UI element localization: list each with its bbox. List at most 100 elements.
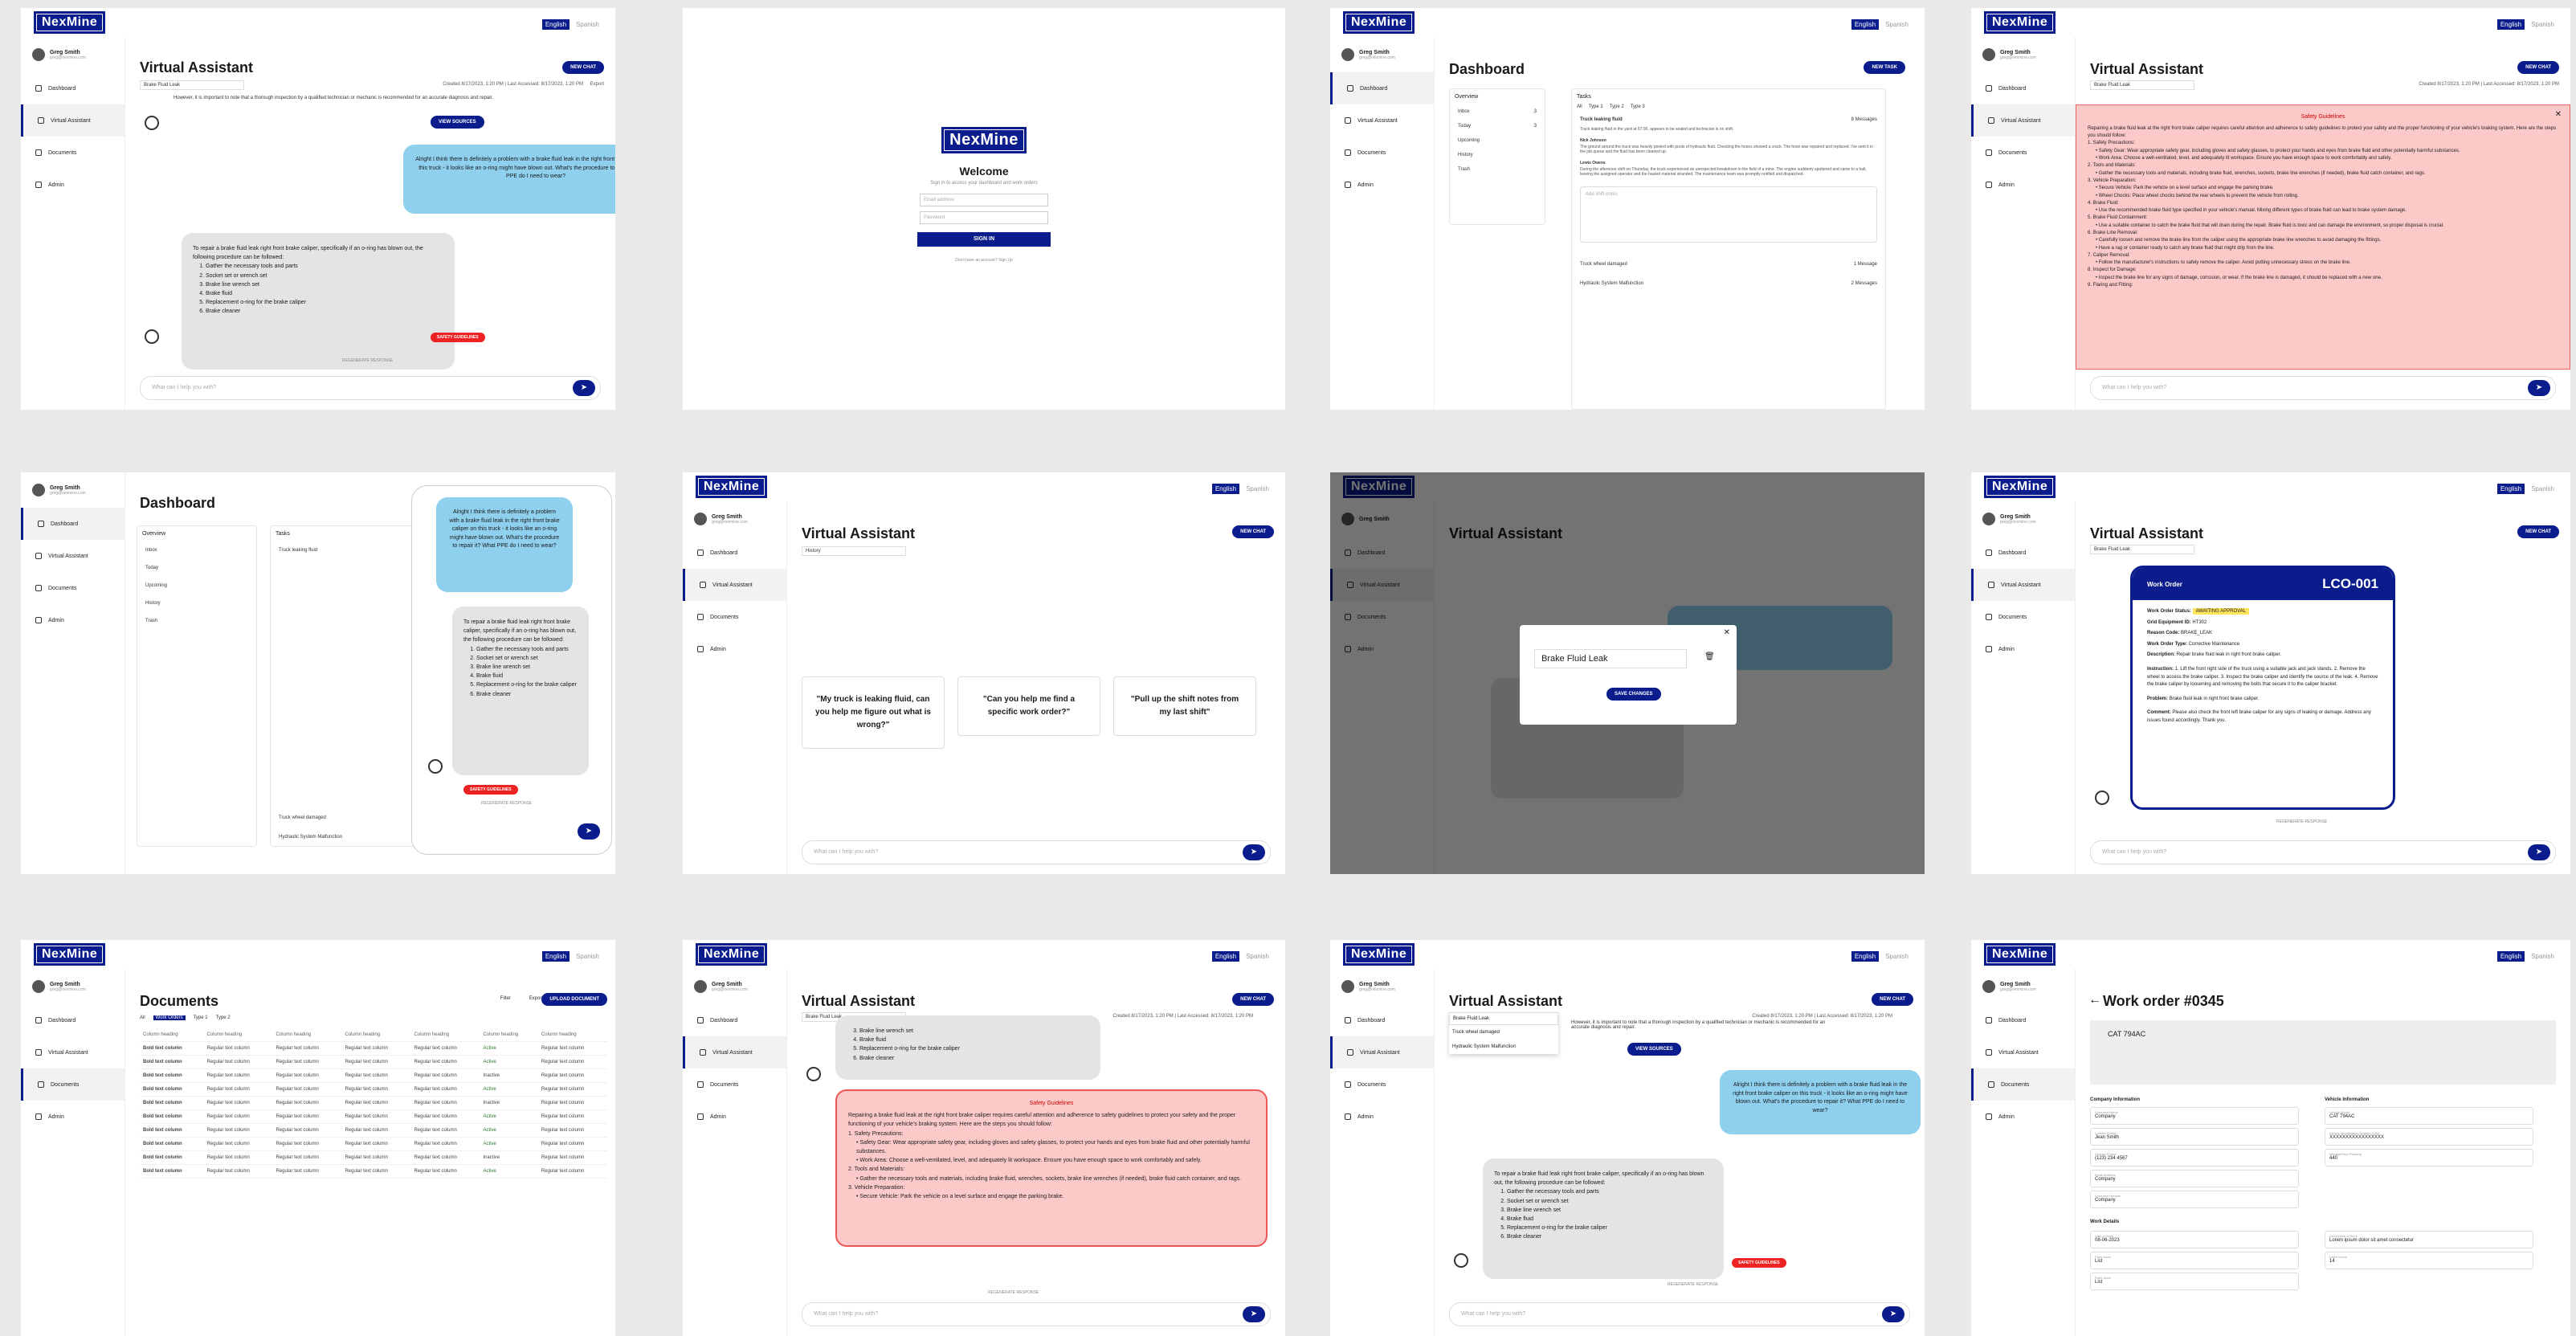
overview-trash[interactable]: Trash — [1450, 162, 1545, 177]
panel-work-order-page: NexMine English Spanish Greg Smith greg@ne… — [1971, 940, 2570, 1336]
user-menu[interactable]: Greg Smith greg@nexmine.com — [1330, 37, 1434, 72]
table-row[interactable]: Bold text column Regular text column Regul… — [140, 1055, 607, 1069]
bot-icon — [145, 329, 159, 344]
close-icon[interactable]: ✕ — [1724, 628, 1730, 637]
document-icon — [35, 585, 42, 591]
lang-es[interactable]: Spanish — [573, 19, 602, 30]
task-row[interactable]: Hydraulic System Malfunction 2 Messages — [1572, 270, 1885, 289]
login-title: Welcome — [959, 165, 1009, 178]
table-row[interactable]: Bold text column Regular text column Regul… — [140, 1096, 607, 1110]
table-row[interactable]: Bold text column Regular text column Regul… — [140, 1137, 607, 1151]
table-row[interactable]: Bold text column Regular text column Regul… — [140, 1082, 607, 1097]
overview-history[interactable]: History — [1450, 148, 1545, 162]
new-chat-button[interactable]: NEW CHAT — [562, 61, 604, 74]
export-button[interactable]: Export — [590, 82, 604, 87]
save-changes-button[interactable]: SAVE CHANGES — [1606, 688, 1661, 701]
user-menu[interactable]: Greg Smith greg@nexmine.com — [21, 472, 125, 508]
table-row[interactable]: Bold text column Regular text column Regul… — [140, 1109, 607, 1124]
lang-toggle[interactable]: English Spanish — [1851, 19, 1912, 30]
shift-notes-input[interactable]: Add shift notes — [1580, 186, 1877, 243]
nav-documents[interactable]: Documents — [21, 137, 125, 169]
suggestion-3[interactable]: "Pull up the shift notes from my last sh… — [1113, 676, 1256, 736]
nav-virtual-assistant[interactable]: Virtual Assistant — [683, 569, 786, 601]
nav-dashboard[interactable]: Dashboard — [21, 72, 125, 104]
suggestion-2[interactable]: "Can you help me find a specific work or… — [957, 676, 1100, 736]
email-field[interactable]: Email address — [920, 194, 1048, 206]
chat-icon — [1345, 117, 1351, 124]
sidebar: Greg Smith greg@nexmine.com Dashboard Vir… — [683, 501, 787, 874]
table-row[interactable]: Bold text column Regular text column Regul… — [140, 1123, 607, 1138]
table-row[interactable]: Bold text column Regular text column Regul… — [140, 1068, 607, 1083]
nav-documents[interactable]: Documents — [1971, 137, 2075, 169]
overview-today[interactable]: Today 3 — [1450, 119, 1545, 133]
nav-admin[interactable]: Admin — [21, 169, 125, 201]
regenerate-button[interactable]: REGENERATE RESPONSE — [342, 358, 393, 363]
dashboard-icon — [38, 521, 44, 527]
close-icon[interactable]: ✕ — [2555, 108, 2562, 121]
filter-button[interactable]: Filter — [500, 996, 511, 1001]
mobile-chat-frame: Alright I think there is definitely a pr… — [411, 485, 612, 855]
overview-card: Overview Inbox 3 Today 3 Upcoming History … — [1449, 88, 1545, 225]
table-row[interactable]: Bold text column Regular text column Regul… — [140, 1164, 607, 1179]
task-row[interactable]: Truck wheel damaged 1 Message — [1572, 251, 1885, 270]
nav-dashboard[interactable]: Dashboard — [21, 508, 125, 540]
nav-admin[interactable]: Admin — [1971, 169, 2075, 201]
menu-item[interactable]: Truck wheel damaged — [1449, 1025, 1558, 1040]
doc-tabs[interactable]: All Work Orders Type 1 Type 2 — [140, 1015, 231, 1020]
nav-documents[interactable]: Documents — [683, 601, 786, 633]
nav-dashboard[interactable]: Dashboard — [1330, 72, 1434, 104]
nav-dashboard[interactable]: Dashboard — [1971, 72, 2075, 104]
nav-virtual-assistant[interactable]: Virtual Assistant — [1971, 104, 2075, 137]
nav-admin[interactable]: Admin — [1330, 169, 1434, 201]
view-sources-button[interactable]: VIEW SOURCES — [431, 116, 484, 129]
table-row[interactable]: Bold text column Regular text column Regul… — [140, 1041, 607, 1056]
overview-upcoming[interactable]: Upcoming — [1450, 133, 1545, 148]
nav-dashboard[interactable]: Dashboard — [683, 537, 786, 569]
chat-input[interactable]: What can I help you with? ➤ — [2090, 376, 2556, 400]
menu-item[interactable]: Hydraulic System Malfunction — [1449, 1040, 1558, 1054]
upload-document-button[interactable]: UPLOAD DOCUMENT — [541, 993, 607, 1006]
lang-toggle[interactable]: English Spanish — [541, 19, 602, 30]
nav-virtual-assistant[interactable]: Virtual Assistant — [21, 104, 125, 137]
user-menu[interactable]: Greg Smith greg@nexmine.com — [21, 37, 125, 72]
send-icon[interactable]: ➤ — [2528, 380, 2550, 396]
nav-virtual-assistant[interactable]: Virtual Assistant — [1330, 104, 1434, 137]
tasks-card: Tasks All Type 1 Type 2 Type 3 Truck leakin… — [1571, 88, 1886, 410]
lang-toggle[interactable]: English Spanish — [2496, 19, 2558, 30]
chat-input[interactable]: What can I help you with? ➤ — [140, 376, 601, 400]
nav-documents[interactable]: Documents — [1330, 137, 1434, 169]
send-icon[interactable]: ➤ — [578, 823, 600, 840]
dashboard-icon — [1986, 85, 1992, 92]
chat-dropdown-menu: Brake Fluid Leak Truck wheel damaged Hyd… — [1449, 1012, 1558, 1054]
chat-select[interactable]: Brake Fluid Leak — [140, 80, 244, 90]
rename-input[interactable]: Brake Fluid Leak — [1534, 649, 1687, 668]
work-order-card[interactable]: Work Order LCO-001 Work Order Status: AW… — [2130, 566, 2395, 810]
suggestion-1[interactable]: "My truck is leaking fluid, can you help… — [802, 676, 945, 749]
task-row[interactable]: Truck leaking fluid 8 Messages — [1572, 109, 1885, 125]
nav-admin[interactable]: Admin — [21, 604, 125, 636]
trash-icon[interactable]: 🗑 — [1704, 652, 1715, 661]
chat-select[interactable]: Brake Fluid Leak — [2090, 80, 2194, 90]
nav-admin[interactable]: Admin — [683, 633, 786, 665]
admin-icon — [35, 617, 42, 623]
back-arrow-icon[interactable]: ← — [2088, 993, 2101, 1007]
safety-guidelines-button[interactable]: SAFETY GUIDELINES — [431, 333, 485, 342]
chat-icon — [1988, 117, 1994, 124]
user-menu[interactable]: Greg Smith greg@nexmine.com — [1971, 37, 2075, 72]
send-icon[interactable]: ➤ — [573, 380, 595, 396]
sign-in-button[interactable]: SIGN IN — [917, 232, 1051, 247]
new-chat-button[interactable]: NEW CHAT — [2517, 61, 2559, 74]
new-task-button[interactable]: NEW TASK — [1864, 61, 1905, 74]
page-title: Virtual Assistant — [2090, 61, 2204, 77]
nav-virtual-assistant[interactable]: Virtual Assistant — [21, 540, 125, 572]
table-row[interactable]: Bold text column Regular text column Regul… — [140, 1150, 607, 1165]
sidebar: Greg Smith greg@nexmine.com Dashboard Vir… — [21, 472, 125, 874]
lang-en[interactable]: English — [541, 19, 570, 30]
nav-documents[interactable]: Documents — [21, 572, 125, 604]
menu-item[interactable]: Brake Fluid Leak — [1449, 1012, 1558, 1025]
password-field[interactable]: Password — [920, 211, 1048, 224]
va-main: Virtual Assistant NEW CHAT Brake Fluid L… — [125, 37, 615, 410]
overview-inbox[interactable]: Inbox 3 — [1450, 104, 1545, 119]
sign-up-link[interactable]: Don't have an account? Sign Up — [683, 258, 1285, 263]
history-select[interactable]: History — [802, 546, 906, 556]
